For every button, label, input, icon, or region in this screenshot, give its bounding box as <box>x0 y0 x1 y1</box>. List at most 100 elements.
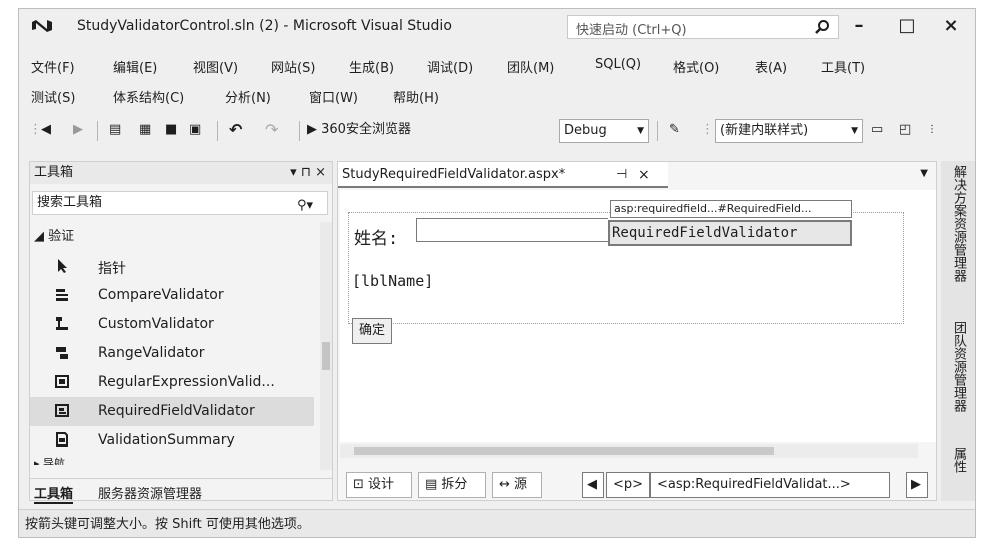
tool-label: ValidationSummary <box>98 432 235 448</box>
validation-summary-icon <box>56 432 68 447</box>
menu-analyze[interactable]: 分析(N) <box>225 87 271 106</box>
visual-studio-window: StudyValidatorControl.sln (2) - Microsof… <box>18 8 976 538</box>
toolbox-search-input[interactable]: 搜索工具箱 ⚲▾ <box>32 191 328 215</box>
tool-compare-validator[interactable]: CompareValidator <box>30 281 314 310</box>
toolbox-group-navigation[interactable]: ▸ 导航 <box>34 455 65 465</box>
toolbar-overflow-icon[interactable]: ⋮ <box>927 119 937 141</box>
horizontal-scrollbar[interactable] <box>340 444 918 458</box>
menu-window[interactable]: 窗口(W) <box>309 87 358 106</box>
status-text: 按箭头键可调整大小。按 Shift 可使用其他选项。 <box>25 517 310 532</box>
maximize-button[interactable]: □ <box>893 15 921 37</box>
toolbar-separator <box>657 121 658 141</box>
toolbox-title-bar: 工具箱 ▾ ⊓ × <box>30 162 332 184</box>
tab-toolbox[interactable]: 工具箱 <box>34 483 74 504</box>
undo-icon[interactable]: ↶ <box>229 119 242 141</box>
regex-validator-icon <box>55 375 69 388</box>
menu-edit[interactable]: 编辑(E) <box>113 57 157 76</box>
right-side-tabs: 解决方案资源管理器 团队资源管理器 属性 <box>941 161 975 501</box>
tab-server-explorer[interactable]: 服务器资源管理器 <box>98 483 202 502</box>
target-rule-value: (新建内联样式) <box>720 123 809 138</box>
panel-controls[interactable]: ▾ ⊓ × <box>290 162 326 184</box>
document-tab-label: StudyRequiredFieldValidator.aspx* <box>342 167 566 182</box>
menu-format[interactable]: 格式(O) <box>673 57 719 76</box>
design-view-button[interactable]: ⊡ 设计 <box>346 472 412 498</box>
forward-icon[interactable]: ▶ <box>73 119 83 141</box>
new-project-icon[interactable]: ▤ <box>109 119 121 141</box>
document-list-chevron-icon[interactable]: ▼ <box>920 168 928 179</box>
chevron-down-icon: ▼ <box>851 126 858 136</box>
open-file-icon[interactable]: ▦ <box>139 119 151 141</box>
tag-required-field-validator[interactable]: <asp:RequiredFieldValidat...> <box>650 472 890 498</box>
pointer-icon <box>58 259 67 273</box>
tool-validation-summary[interactable]: ValidationSummary <box>30 426 314 455</box>
quick-launch-placeholder: 快速启动 (Ctrl+Q) <box>576 23 687 38</box>
pin-icon[interactable]: ⊣ <box>616 162 627 188</box>
split-view-label: 拆分 <box>441 477 468 492</box>
save-icon[interactable]: ■ <box>165 119 177 141</box>
quick-launch-input[interactable]: 快速启动 (Ctrl+Q) <box>567 15 839 39</box>
menu-sql[interactable]: SQL(Q) <box>595 57 641 72</box>
ok-button[interactable]: 确定 <box>352 318 393 344</box>
document-tab[interactable]: StudyRequiredFieldValidator.aspx* ⊣ × <box>338 162 668 188</box>
menu-architecture[interactable]: 体系结构(C) <box>113 87 184 106</box>
range-validator-icon <box>56 347 68 359</box>
menu-tools[interactable]: 工具(T) <box>821 57 865 76</box>
redo-icon[interactable]: ↷ <box>265 119 278 141</box>
minimize-button[interactable]: – <box>845 15 873 37</box>
split-view-button[interactable]: ▤ 拆分 <box>418 472 486 498</box>
search-icon <box>815 20 829 34</box>
previous-tag-button[interactable]: ◀ <box>582 472 604 498</box>
tab-properties[interactable]: 属性 <box>949 447 968 473</box>
solution-configuration-select[interactable]: Debug ▼ <box>559 119 649 143</box>
menu-test[interactable]: 测试(S) <box>31 87 75 106</box>
style-application-icon[interactable]: ▭ <box>871 119 883 141</box>
source-view-icon: ↔ <box>499 477 515 492</box>
target-rule-select[interactable]: (新建内联样式) ▼ <box>715 119 863 143</box>
close-window-button[interactable]: × <box>937 15 965 37</box>
menu-view[interactable]: 视图(V) <box>193 57 238 76</box>
format-icon[interactable]: ✎ <box>669 119 680 141</box>
tag-p[interactable]: <p> <box>606 472 651 498</box>
design-surface[interactable]: 姓名: asp:requiredfield...#RequiredField..… <box>340 190 936 442</box>
chevron-down-icon: ▼ <box>637 126 644 136</box>
source-view-button[interactable]: ↔ 源 <box>492 472 542 498</box>
menu-table[interactable]: 表(A) <box>755 57 787 76</box>
configuration-value: Debug <box>564 123 607 138</box>
scrollbar-thumb[interactable] <box>354 447 774 455</box>
menu-website[interactable]: 网站(S) <box>271 57 315 76</box>
tool-custom-validator[interactable]: CustomValidator <box>30 310 314 339</box>
standard-toolbar: ⋮ ◀ ▶ ▤ ▦ ■ ▣ ↶ ↷ ▶ 360安全浏览器 Debug ▼ ✎ ⋮… <box>29 115 969 145</box>
required-field-validator-control[interactable]: RequiredFieldValidator <box>608 220 852 246</box>
menu-team[interactable]: 团队(M) <box>507 57 554 76</box>
next-tag-button[interactable]: ▶ <box>906 472 928 498</box>
tool-regular-expression-validator[interactable]: RegularExpressionValid... <box>30 368 314 397</box>
tool-label: RangeValidator <box>98 345 205 361</box>
toolbox-scrollbar[interactable] <box>320 222 332 470</box>
window-title: StudyValidatorControl.sln (2) - Microsof… <box>77 18 452 34</box>
apply-style-icon[interactable]: ◰ <box>899 119 911 141</box>
menu-debug[interactable]: 调试(D) <box>427 57 473 76</box>
menu-build[interactable]: 生成(B) <box>349 57 394 76</box>
tool-range-validator[interactable]: RangeValidator <box>30 339 314 368</box>
design-view-label: 设计 <box>368 477 395 492</box>
tool-label: 指针 <box>98 261 126 277</box>
back-icon[interactable]: ◀ <box>41 119 51 141</box>
lblname-label-control[interactable]: [lblName] <box>352 272 433 290</box>
menu-file[interactable]: 文件(F) <box>31 57 75 76</box>
name-textbox[interactable] <box>416 218 608 242</box>
tool-pointer[interactable]: 指针 <box>30 252 314 281</box>
tab-solution-explorer[interactable]: 解决方案资源管理器 <box>949 165 968 282</box>
toolbox-group-validation[interactable]: ◢ 验证 <box>34 225 74 244</box>
save-all-icon[interactable]: ▣ <box>189 119 201 141</box>
view-switch-bar: ⊡ 设计 ▤ 拆分 ↔ 源 ◀ <p> <asp:RequiredFieldVa… <box>338 468 936 500</box>
scrollbar-thumb[interactable] <box>322 342 330 370</box>
close-icon[interactable]: × <box>638 162 650 188</box>
split-view-icon: ▤ <box>425 477 442 492</box>
menu-help[interactable]: 帮助(H) <box>393 87 439 106</box>
tool-label: RegularExpressionValid... <box>98 374 275 390</box>
start-debugging-button[interactable]: ▶ 360安全浏览器 <box>307 119 411 141</box>
design-view-icon: ⊡ <box>353 477 369 492</box>
tool-required-field-validator[interactable]: RequiredFieldValidator <box>30 397 314 426</box>
required-field-validator-icon <box>55 404 69 417</box>
tab-team-explorer[interactable]: 团队资源管理器 <box>949 321 968 412</box>
